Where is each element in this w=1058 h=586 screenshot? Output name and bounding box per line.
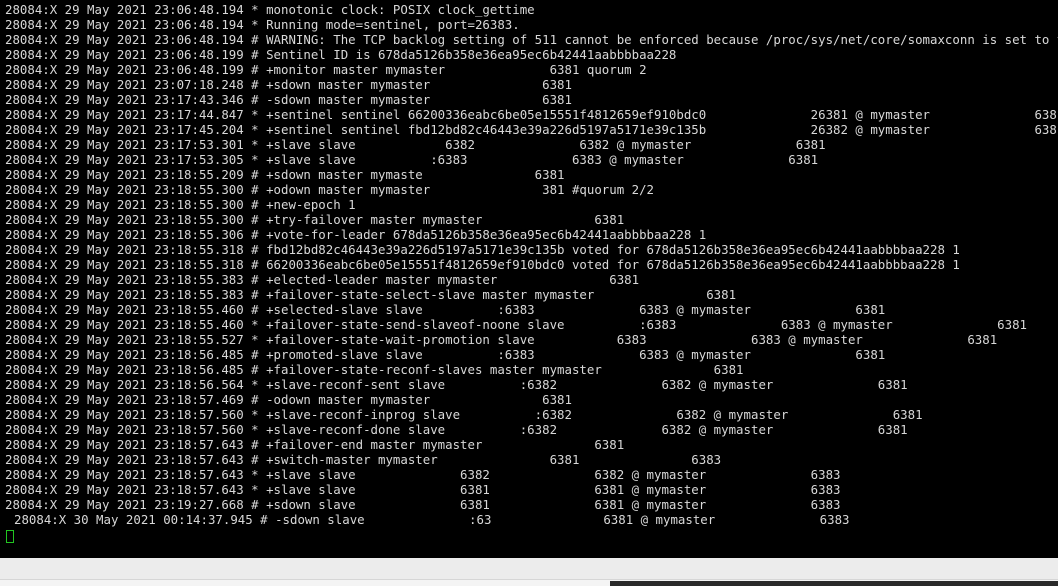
log-line: 28084:X 29 May 2021 23:18:55.460 # +sele…: [5, 302, 886, 317]
log-line: 28084:X 29 May 2021 23:06:48.199 # +moni…: [5, 62, 647, 77]
log-line: 28084:X 29 May 2021 23:18:55.300 # +try-…: [5, 212, 625, 227]
terminal-window[interactable]: 28084:X 29 May 2021 23:06:48.194 * monot…: [0, 0, 1058, 558]
terminal-output: 28084:X 29 May 2021 23:06:48.194 * monot…: [5, 2, 1058, 543]
log-line: 28084:X 29 May 2021 23:17:45.204 * +sent…: [5, 122, 1058, 137]
log-line: 28084:X 29 May 2021 23:06:48.194 # WARNI…: [5, 32, 1058, 47]
log-line: 28084:X 29 May 2021 23:06:48.194 * Runni…: [5, 17, 520, 32]
log-line: 28084:X 29 May 2021 23:18:57.643 # +fail…: [5, 437, 625, 452]
taskbar-edge: [610, 581, 1058, 586]
log-line: 28084:X 29 May 2021 23:17:44.847 * +sent…: [5, 107, 1058, 122]
log-line: 28084:X 29 May 2021 23:17:53.301 * +slav…: [5, 137, 826, 152]
log-line: 28084:X 29 May 2021 23:17:43.346 # -sdow…: [5, 92, 572, 107]
log-line: 28084:X 29 May 2021 23:18:56.564 * +slav…: [5, 377, 908, 392]
log-line: 28084:X 29 May 2021 23:06:48.199 # Senti…: [5, 47, 677, 62]
log-line: 28084:X 29 May 2021 23:18:55.209 # +sdow…: [5, 167, 565, 182]
log-line: 28084:X 29 May 2021 23:17:53.305 * +slav…: [5, 152, 819, 167]
log-line: 28084:X 29 May 2021 23:18:57.643 # +swit…: [5, 452, 722, 467]
log-line: 28084:X 29 May 2021 23:06:48.194 * monot…: [5, 2, 535, 17]
log-line: 28084:X 30 May 2021 00:14:37.945 # -sdow…: [14, 512, 850, 527]
log-line: 28084:X 29 May 2021 23:18:55.306 # +vote…: [5, 227, 707, 242]
window-bottom-frame: [0, 558, 1058, 586]
log-line: 28084:X 29 May 2021 23:18:55.383 # +fail…: [5, 287, 737, 302]
log-line: 28084:X 29 May 2021 23:18:55.383 # +elec…: [5, 272, 640, 287]
log-line: 28084:X 29 May 2021 23:18:55.318 # 66200…: [5, 257, 960, 272]
log-line: 28084:X 29 May 2021 23:18:55.318 # fbd12…: [5, 242, 960, 257]
log-line: 28084:X 29 May 2021 23:18:56.485 # +fail…: [5, 362, 744, 377]
log-line: 28084:X 29 May 2021 23:18:57.643 * +slav…: [5, 482, 841, 497]
prompt-line[interactable]: [5, 527, 1058, 543]
log-line: 28084:X 29 May 2021 23:18:55.300 # +new-…: [5, 197, 356, 212]
log-line: 28084:X 29 May 2021 23:19:27.668 # +sdow…: [5, 497, 841, 512]
log-line: 28084:X 29 May 2021 23:18:57.560 * +slav…: [5, 407, 923, 422]
log-line: 28084:X 29 May 2021 23:18:56.485 # +prom…: [5, 347, 886, 362]
text-cursor: [6, 530, 14, 543]
log-line: 28084:X 29 May 2021 23:18:57.469 # -odow…: [5, 392, 572, 407]
log-line: 28084:X 29 May 2021 23:18:55.300 # +odow…: [5, 182, 655, 197]
log-line: 28084:X 29 May 2021 23:18:55.460 * +fail…: [5, 317, 1027, 332]
log-line: 28084:X 29 May 2021 23:18:55.527 * +fail…: [5, 332, 998, 347]
log-line: 28084:X 29 May 2021 23:07:18.248 # +sdow…: [5, 77, 572, 92]
log-line: 28084:X 29 May 2021 23:18:57.643 * +slav…: [5, 467, 841, 482]
log-line: 28084:X 29 May 2021 23:18:57.560 * +slav…: [5, 422, 908, 437]
